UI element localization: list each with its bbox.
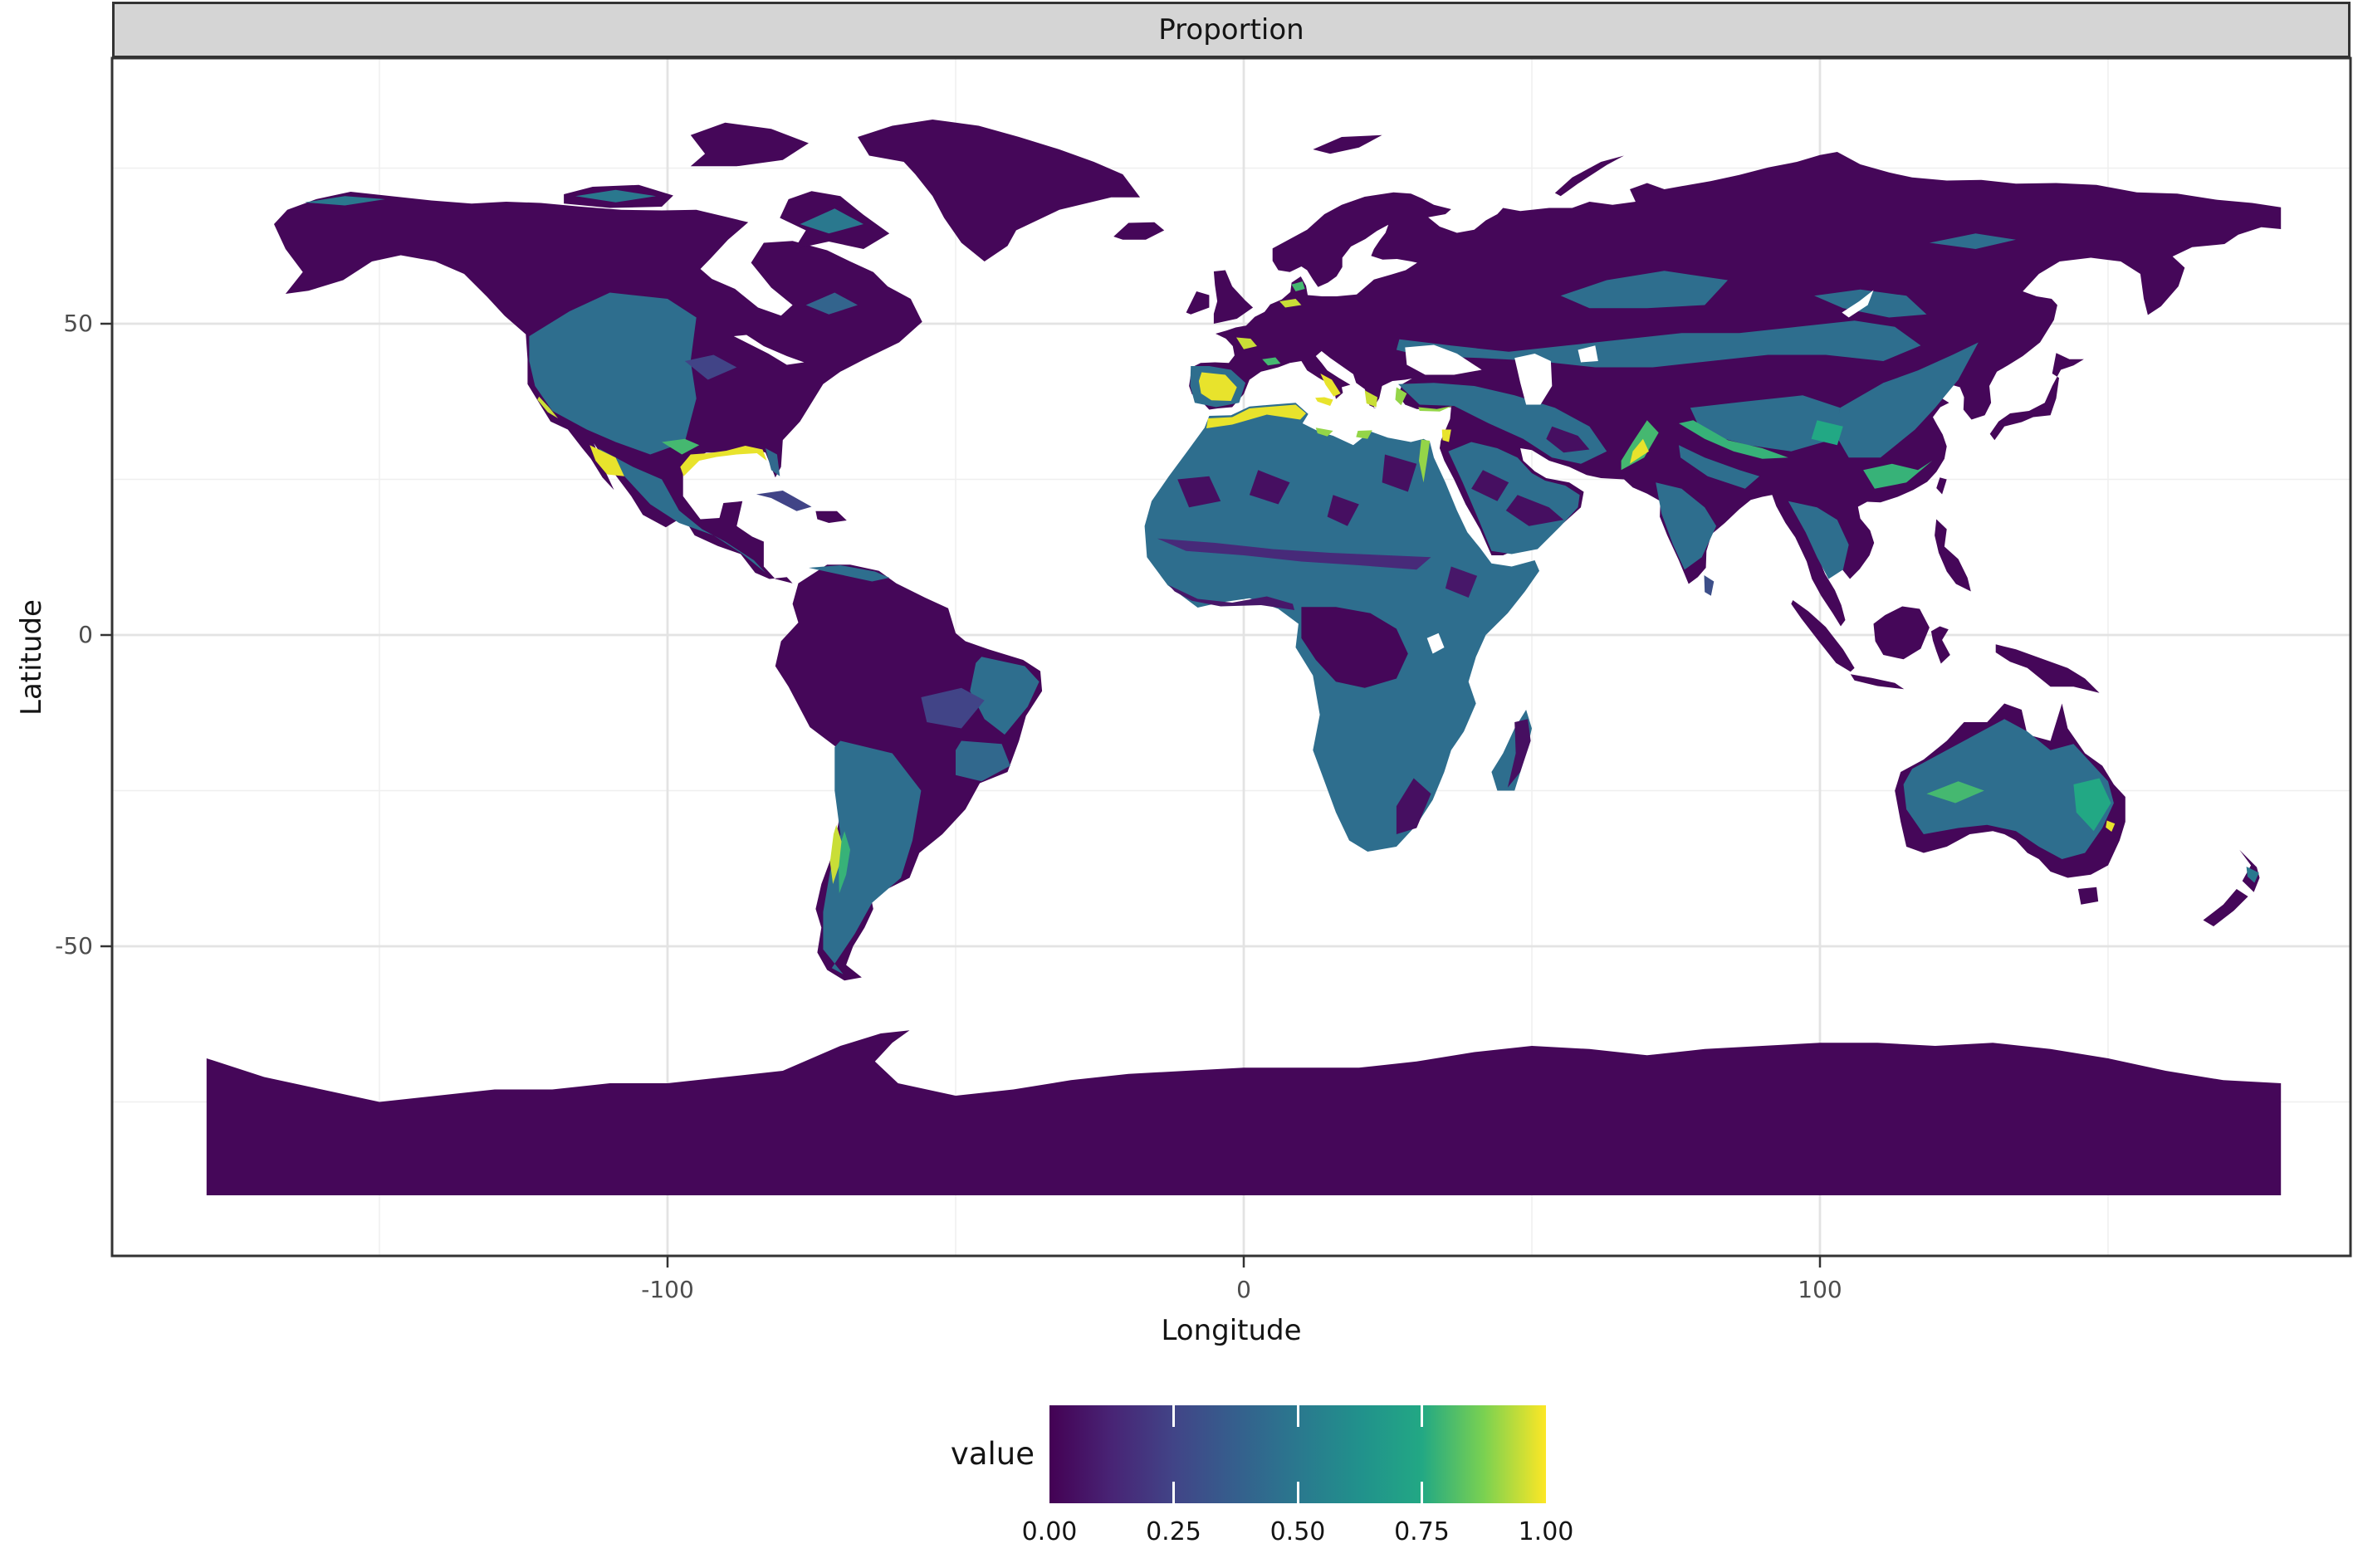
legend-title: value [847,1434,1035,1475]
legend-label: 0.75 [1356,1517,1489,1546]
y-tick-label: 50 [0,310,93,337]
x-axis-title: Longitude [112,1314,2351,1347]
legend-label: 0.00 [983,1517,1116,1546]
legend-tick-mark [1172,1405,1175,1427]
y-tick-label: -50 [0,932,93,960]
legend-tick-mark [1421,1405,1423,1427]
x-tick-label: -100 [601,1276,734,1303]
legend-tick-mark [1297,1482,1299,1503]
x-tick-label: 0 [1177,1276,1310,1303]
figure: Proportion Latitude Longitude -100 0 100 50… [0,0,2353,1568]
strip-label: Proportion [1158,13,1304,46]
legend-label: 0.50 [1231,1517,1364,1546]
legend-colorbar [1049,1405,1546,1503]
legend-label: 1.00 [1480,1517,1612,1546]
legend-tick-mark [1421,1482,1423,1503]
x-tick-label: 100 [1754,1276,1886,1303]
legend-tick-mark [1172,1482,1175,1503]
y-axis-title: Latitude [15,533,48,782]
legend-tick-mark [1297,1405,1299,1427]
facet-strip: Proportion [112,2,2351,58]
region-tasmania [2078,887,2098,905]
y-tick-label: 0 [0,621,93,648]
legend-label: 0.25 [1108,1517,1240,1546]
